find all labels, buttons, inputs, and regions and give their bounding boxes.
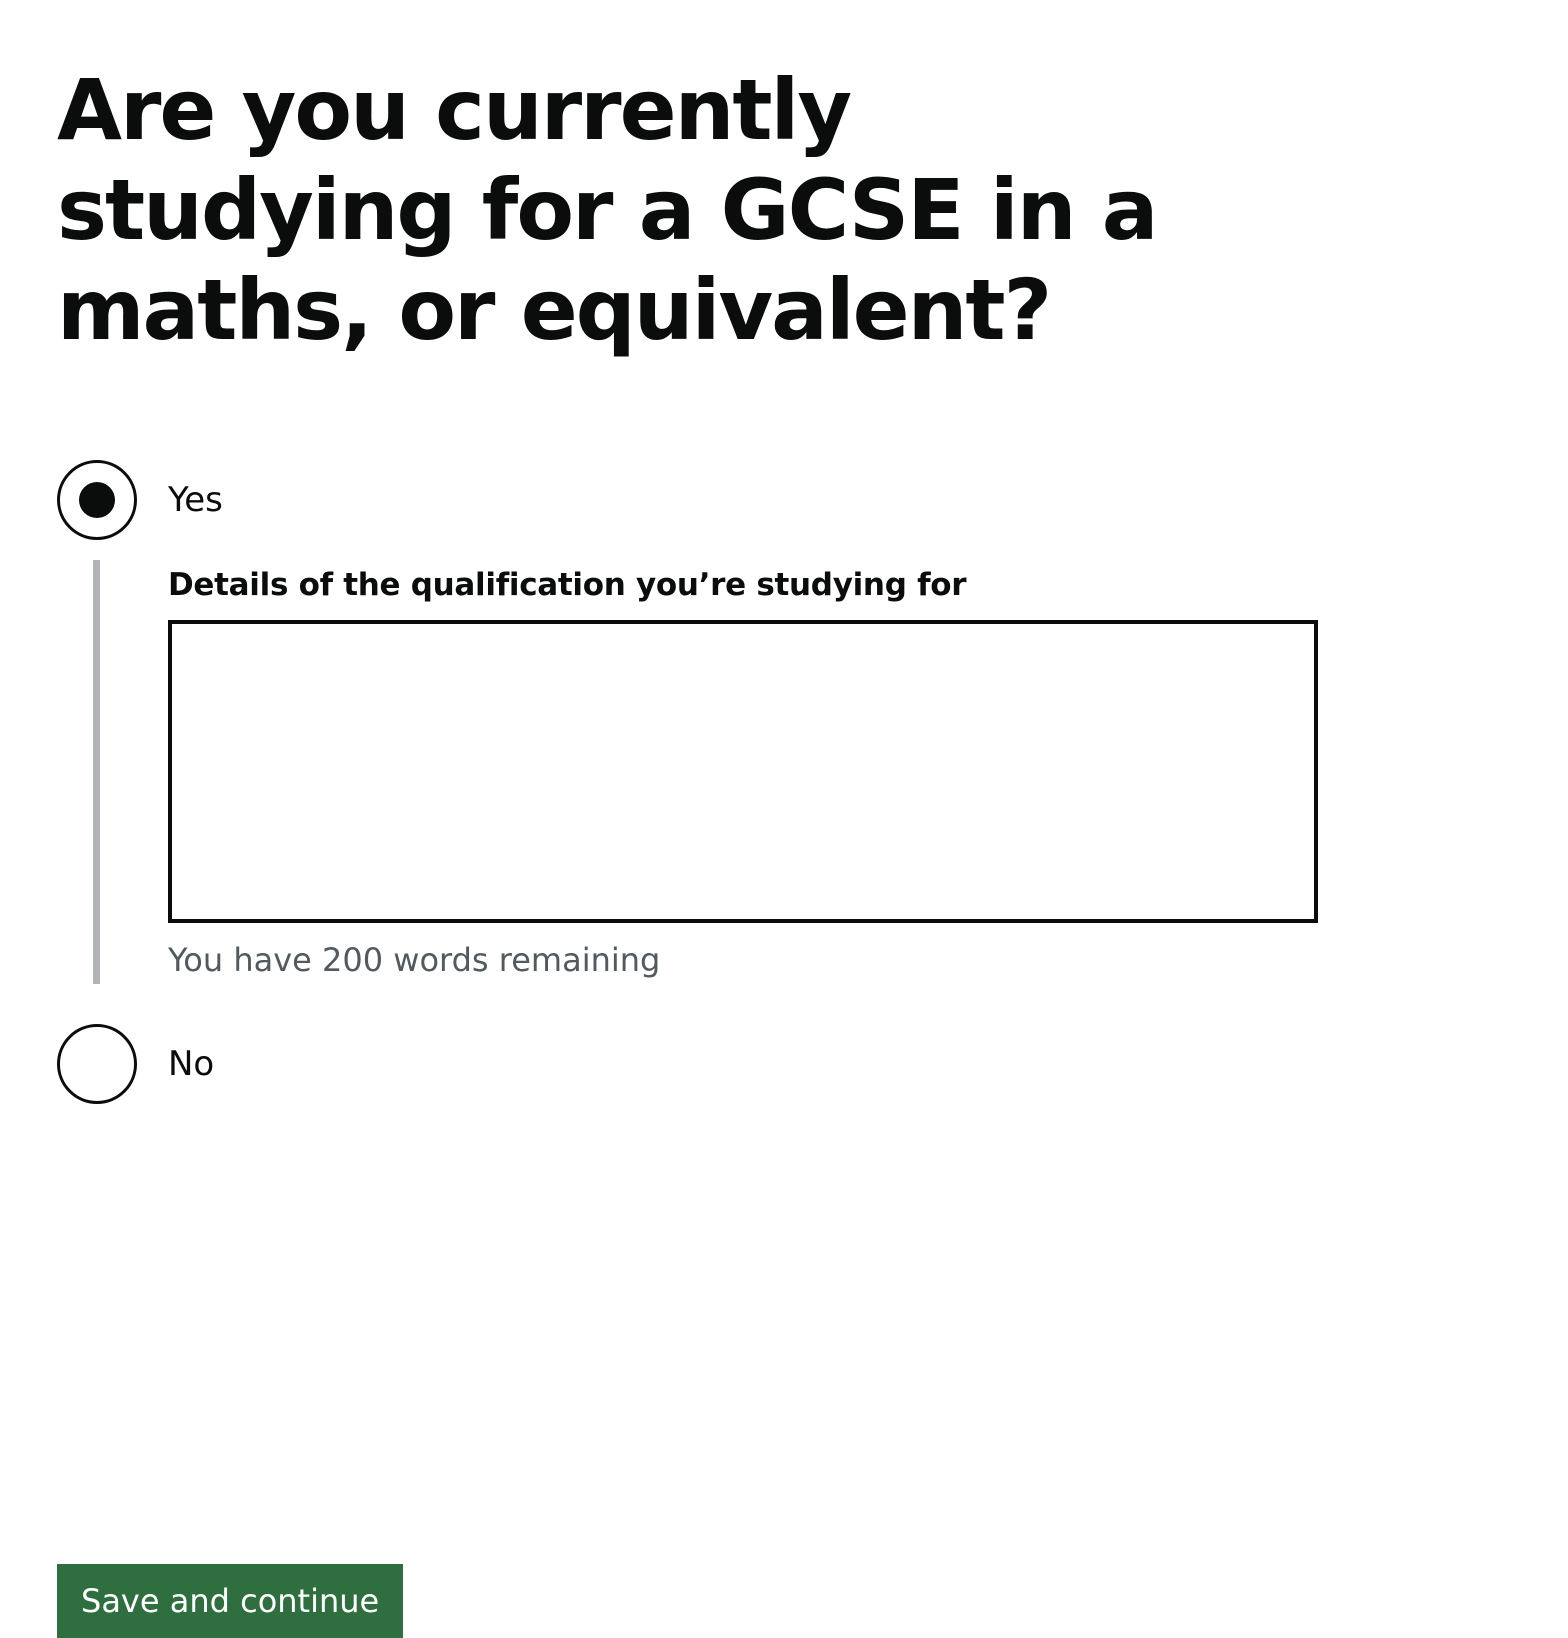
radio-no[interactable] — [57, 1024, 137, 1104]
radio-yes[interactable] — [57, 460, 137, 540]
page-title: Are you currently studying for a GCSE in… — [57, 61, 1158, 359]
word-count-hint: You have 200 words remaining — [168, 941, 661, 979]
conditional-reveal: Details of the qualification you’re stud… — [93, 560, 1330, 984]
qualification-details-textarea[interactable] — [168, 620, 1318, 923]
radio-label-no[interactable]: No — [168, 1042, 214, 1086]
save-and-continue-button[interactable]: Save and continue — [57, 1564, 404, 1638]
radio-selected-dot-icon — [79, 482, 115, 518]
textarea-label: Details of the qualification you’re stud… — [168, 567, 967, 603]
radio-label-yes[interactable]: Yes — [168, 478, 223, 522]
question-page: Are you currently studying for a GCSE in… — [57, 60, 1357, 1638]
